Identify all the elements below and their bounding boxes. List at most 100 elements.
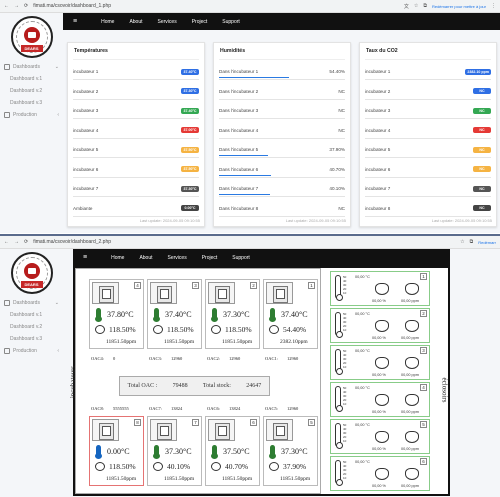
sidebar-item-0[interactable]: Dashboards ⌄ (0, 297, 63, 309)
url-field[interactable]: fimati.ma/csovoir/dashboard_2.php (33, 239, 455, 245)
menu-item-2[interactable]: Services (158, 19, 177, 25)
incubator-card[interactable]: 8 0.00°C 118.50% 11851.50ppm (89, 416, 144, 486)
hatcher-number: 2 (420, 310, 427, 317)
hatcher-card[interactable]: 50 40 30 20 10 00,00 °C 4 00,00 % 00,00 ppm (330, 382, 430, 417)
row-label: incubateur 6 (73, 166, 99, 172)
menu-item-4[interactable]: Support (232, 255, 250, 261)
sidebar-item-1[interactable]: Dashboard v.1 (0, 73, 63, 85)
menu-item-1[interactable]: About (129, 19, 142, 25)
value-badge: NC (473, 166, 491, 172)
sidebar-item-2[interactable]: Dashboard v.2 (0, 321, 63, 333)
restart-update-button[interactable]: Redémarrer pour mettre à jour (432, 4, 486, 9)
star-icon[interactable]: ☆ (460, 239, 464, 245)
incubator-number: 6 (250, 419, 257, 426)
forward-icon[interactable]: → (14, 239, 19, 245)
row-label: incubateur 2 (73, 88, 99, 94)
incubator-number: 2 (250, 282, 257, 289)
humidity-value: 00,00 % (372, 336, 386, 340)
divider (219, 157, 345, 158)
divider (73, 215, 199, 217)
hamburger-icon[interactable]: ≡ (73, 18, 77, 25)
divider (365, 79, 491, 80)
chevron-down-icon: ⌄ (54, 300, 59, 306)
value-badge: 2382.10 ppm (465, 68, 491, 75)
incubator-card[interactable]: 2 37.30°C 118.50% 11851.50ppm (205, 279, 260, 349)
divider (365, 157, 491, 158)
thermometer-icon (153, 308, 160, 322)
restart-update-button[interactable]: Redémarr (478, 240, 496, 245)
divider (73, 98, 199, 100)
sidebar-item-label: Dashboards (13, 300, 40, 306)
sidebar-item-label: Dashboard v.1 (10, 312, 43, 318)
list-item: incubateur 3 NC (365, 106, 491, 115)
incubator-card[interactable]: 4 37.80°C 118.50% 11851.50ppm (89, 279, 144, 349)
chevron-down-icon: ⌄ (54, 64, 59, 70)
row-label: incubateur 1 (365, 69, 391, 74)
divider (365, 196, 491, 197)
menu-item-3[interactable]: Project (202, 255, 218, 261)
star-icon[interactable]: ☆ (414, 3, 418, 9)
incubator-card[interactable]: 7 37.30°C 40.10% 11851.50ppm (147, 416, 202, 486)
sidebar-item-2[interactable]: Dashboard v.2 (0, 85, 63, 97)
forward-icon[interactable]: → (14, 3, 19, 9)
reload-icon[interactable]: ⟳ (24, 239, 28, 245)
extensions-icon[interactable]: ⧉ (423, 3, 427, 9)
value-badge: 37.00°C (181, 127, 199, 133)
total-oac-label: Total OAC : (127, 383, 158, 389)
sidebar-item-4[interactable]: Production ‹ (0, 345, 63, 357)
sidebar-item-3[interactable]: Dashboard v.3 (0, 97, 63, 109)
humidity-icon (95, 462, 105, 471)
oac-label: OAC8: (91, 406, 105, 411)
incubator-card[interactable]: 5 37.30°C 37.90% 11851.50ppm (263, 416, 318, 486)
humidity-value: 00,00 % (372, 410, 386, 414)
hamburger-icon[interactable]: ≡ (83, 254, 87, 261)
hatcher-card[interactable]: 50 40 30 20 10 00,00 °C 3 00,00 % 00,00 ppm (330, 345, 430, 380)
oac-value: 13824 (229, 406, 241, 411)
incubator-card[interactable]: 1 37.40°C 54.40% 2382.10ppm (263, 279, 318, 349)
menu-item-4[interactable]: Support (222, 19, 240, 25)
reload-icon[interactable]: ⟳ (24, 3, 28, 9)
menu-dots-icon[interactable]: ⋮ (491, 3, 496, 9)
hatchers-label: éclosoirs (440, 377, 449, 403)
hatcher-card[interactable]: 50 40 30 20 10 00,00 °C 6 00,00 % 00,00 ppm (330, 456, 430, 491)
incubator-number: 1 (308, 282, 315, 289)
incubator-image (92, 419, 119, 441)
oac-label: OAC1: (265, 356, 279, 361)
sidebar-item-1[interactable]: Dashboard v.1 (0, 309, 63, 321)
sidebar-item-0[interactable]: Dashboards ⌄ (0, 61, 63, 73)
extensions-icon[interactable]: ⧉ (470, 239, 474, 245)
back-icon[interactable]: ← (4, 3, 9, 9)
sidebar-item-4[interactable]: Production ‹ (0, 109, 63, 121)
hatcher-card[interactable]: 50 40 30 20 10 00,00 °C 1 00,00 % 00,00 ppm (330, 271, 430, 306)
co2-value: 00,00 ppm (401, 410, 419, 414)
thermometer-icon (335, 423, 343, 449)
co2-value: 11851.50ppm (164, 339, 195, 345)
menu-item-0[interactable]: Home (111, 255, 124, 261)
brand-logo: DEARS (10, 252, 53, 294)
row-value: NC (338, 127, 345, 133)
co2-value: 2382.10ppm (280, 339, 308, 345)
hatcher-card[interactable]: 50 40 30 20 10 00,00 °C 5 00,00 % 00,00 ppm (330, 419, 430, 454)
production-icon (4, 348, 10, 354)
url-field[interactable]: fimati.ma/csovoir/dashboard_1.php (33, 3, 399, 9)
translate-icon[interactable]: 文 (404, 3, 409, 10)
chevron-left-icon: ‹ (57, 112, 59, 118)
back-icon[interactable]: ← (4, 239, 9, 245)
incubator-card[interactable]: 3 37.40°C 118.50% 11851.50ppm (147, 279, 202, 349)
card-title: Humidités (220, 48, 246, 54)
menu-item-2[interactable]: Services (168, 255, 187, 261)
menu-item-1[interactable]: About (139, 255, 152, 261)
incubator-number: 4 (134, 282, 141, 289)
menu-item-3[interactable]: Project (192, 19, 208, 25)
menu-item-0[interactable]: Home (101, 19, 114, 25)
sidebar-item-label: Dashboards (13, 64, 40, 70)
sidebar-item-3[interactable]: Dashboard v.3 (0, 333, 63, 345)
list-item: incubateur 7 NC (365, 184, 491, 193)
oac-label: OAC2: (207, 356, 221, 361)
temperature-value: 0.00°C (107, 447, 130, 456)
list-item: incubateur 6 37.50°C (73, 165, 199, 174)
row-label: Dans l'incubateur 6 (219, 166, 259, 172)
hatcher-card[interactable]: 50 40 30 20 10 00,00 °C 2 00,00 % 00,00 ppm (330, 308, 430, 343)
list-item: incubateur 8 NC (365, 204, 491, 213)
incubator-card[interactable]: 6 37.50°C 40.70% 11851.50ppm (205, 416, 260, 486)
